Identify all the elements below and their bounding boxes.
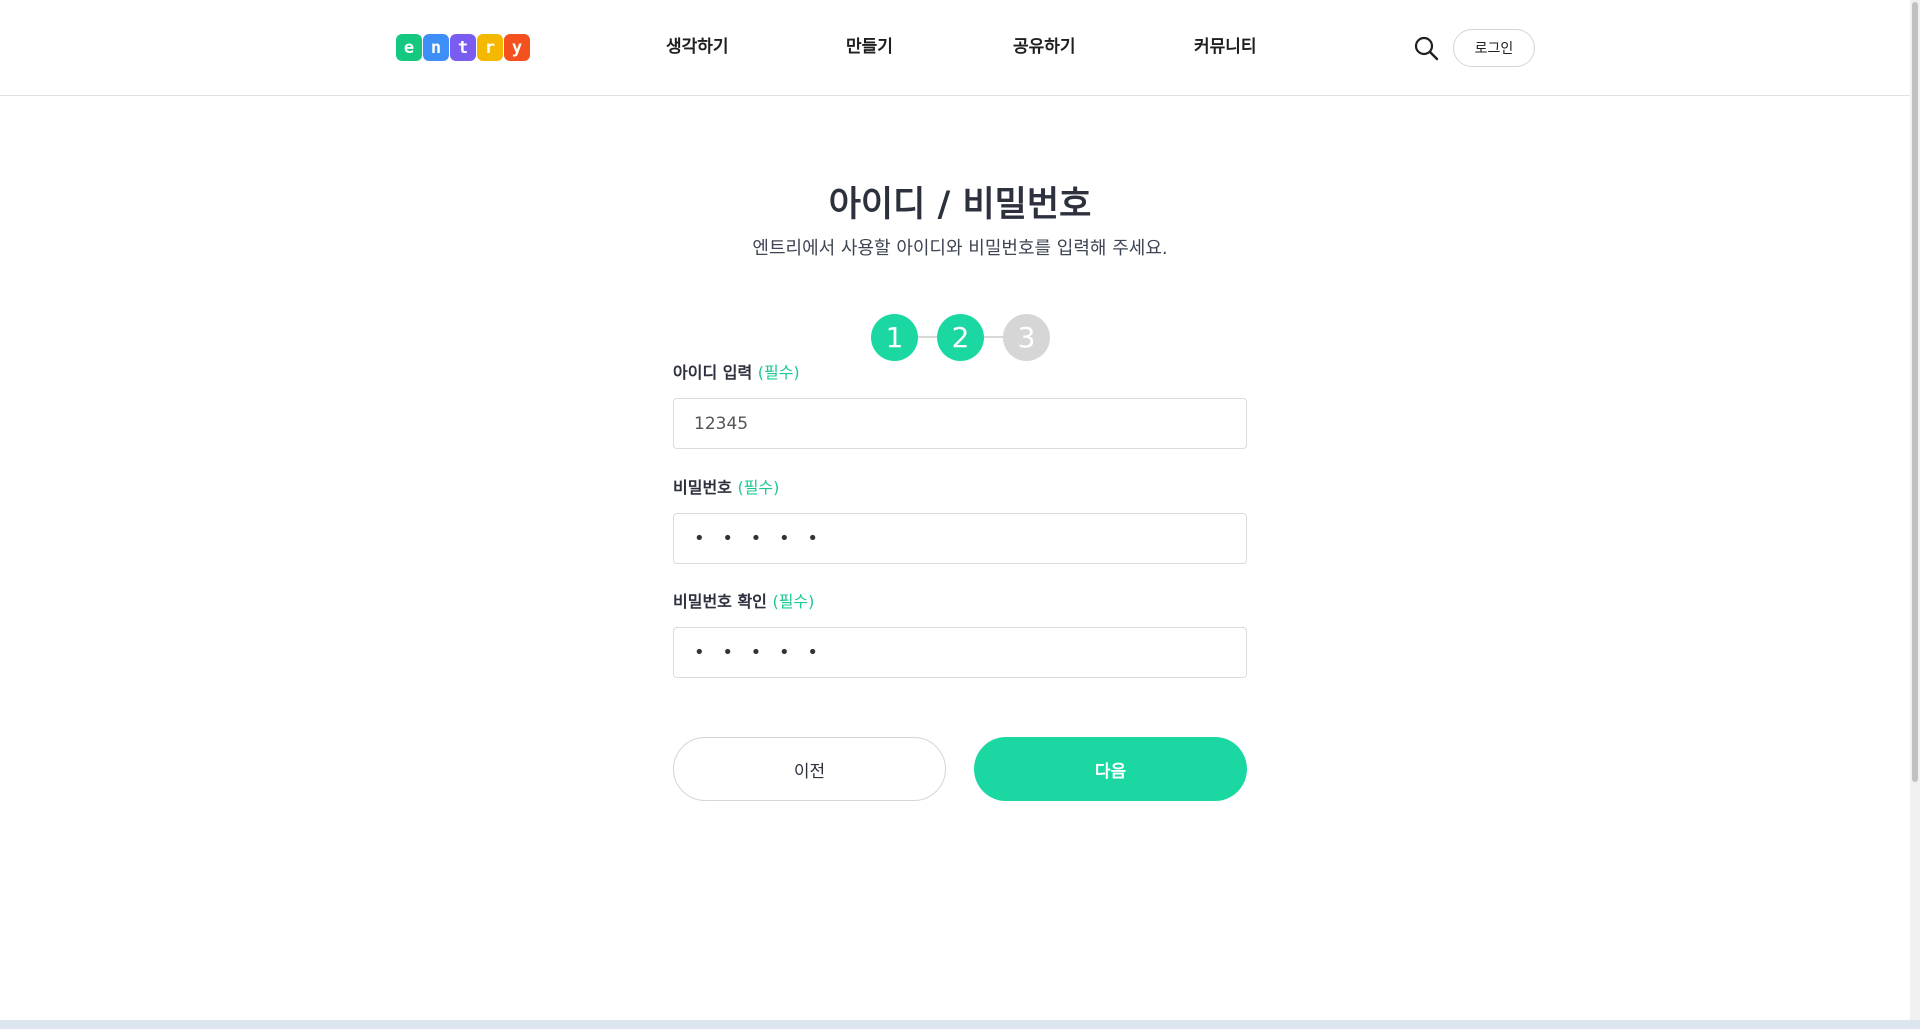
bottom-strip <box>0 1020 1920 1029</box>
next-button[interactable]: 다음 <box>974 737 1247 801</box>
scrollbar-thumb[interactable] <box>1912 2 1918 782</box>
password-label: 비밀번호 (필수) <box>673 474 779 498</box>
step-1: 1 <box>871 314 918 361</box>
id-label-text: 아이디 입력 <box>673 363 753 382</box>
logo-letter-t: t <box>450 34 476 61</box>
password-input[interactable] <box>673 513 1247 564</box>
nav-make[interactable]: 만들기 <box>846 34 893 60</box>
logo-letter-r: r <box>477 34 503 61</box>
step-2: 2 <box>937 314 984 361</box>
nav-think[interactable]: 생각하기 <box>666 34 729 60</box>
page-title: 아이디 / 비밀번호 <box>828 185 1092 225</box>
password-confirm-input[interactable] <box>673 627 1247 678</box>
password-required-tag: (필수) <box>737 478 780 497</box>
login-button[interactable]: 로그인 <box>1453 29 1535 67</box>
id-label: 아이디 입력 (필수) <box>673 359 800 383</box>
page-scrollbar[interactable] <box>1910 0 1920 1029</box>
id-required-tag: (필수) <box>757 363 800 382</box>
password-confirm-label-text: 비밀번호 확인 <box>673 592 767 611</box>
nav-share[interactable]: 공유하기 <box>1013 34 1076 60</box>
id-input[interactable] <box>673 398 1247 449</box>
page-subtitle: 엔트리에서 사용할 아이디와 비밀번호를 입력해 주세요. <box>752 238 1168 259</box>
password-label-text: 비밀번호 <box>673 478 732 497</box>
logo-letter-e: e <box>396 34 422 61</box>
top-header: e n t r y 생각하기 만들기 공유하기 커뮤니티 로그인 <box>0 0 1910 96</box>
step-3: 3 <box>1003 314 1050 361</box>
password-confirm-label: 비밀번호 확인 (필수) <box>673 588 814 612</box>
logo-letter-n: n <box>423 34 449 61</box>
password-confirm-required-tag: (필수) <box>772 592 815 611</box>
nav-community[interactable]: 커뮤니티 <box>1194 34 1257 60</box>
logo-letter-y: y <box>504 34 530 61</box>
entry-logo[interactable]: e n t r y <box>396 34 530 62</box>
prev-button[interactable]: 이전 <box>673 737 946 801</box>
search-icon[interactable] <box>1413 35 1439 61</box>
step-connector-1 <box>918 336 938 338</box>
step-connector-2 <box>984 336 1004 338</box>
